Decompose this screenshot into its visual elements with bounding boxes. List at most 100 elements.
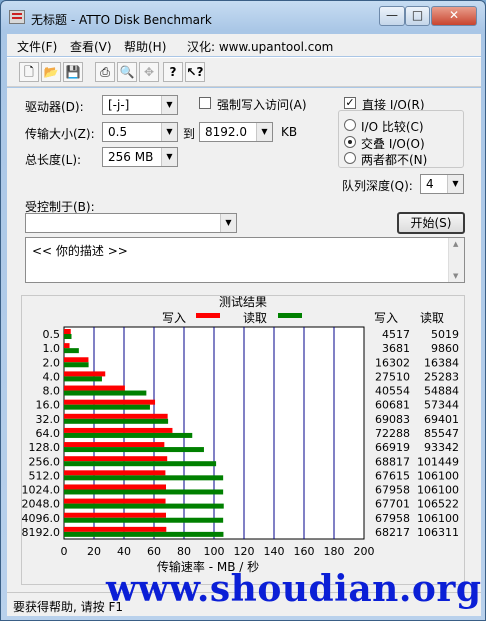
y-tick-label: 2.0	[43, 356, 61, 369]
io-overlap-label: 交叠 I/O(O)	[361, 137, 425, 151]
new-icon[interactable]: 🗋	[19, 62, 39, 82]
io-compare-radio[interactable]	[344, 119, 356, 131]
help-icon[interactable]: ?	[163, 62, 183, 82]
write-value: 16302	[375, 356, 410, 369]
write-bar	[64, 413, 168, 419]
chevron-down-icon: ▼	[220, 214, 236, 232]
chevron-down-icon: ▼	[161, 123, 177, 141]
y-tick-label: 32.0	[36, 413, 61, 426]
transfer-from-value: 0.5	[108, 125, 128, 139]
menu-bar: 文件(F) 查看(V) 帮助(H) 汉化: www.upantool.com	[7, 34, 481, 56]
write-bar	[64, 357, 89, 363]
drive-label: 驱动器(D):	[25, 100, 84, 114]
app-window: 无标题 - ATTO Disk Benchmark — □ ✕ 文件(F) 查看…	[0, 0, 486, 621]
menu-file[interactable]: 文件(F)	[17, 38, 57, 55]
y-tick-label: 16.0	[36, 399, 61, 412]
write-value: 68217	[375, 526, 410, 539]
benchmark-chart: 测试结果写入 读取 写入 读取 0 20 40 60 80 100 120 140 160 180 200 0…	[22, 294, 459, 574]
print-preview-icon[interactable]: 🔍	[117, 62, 137, 82]
y-tick-label: 4.0	[43, 370, 61, 383]
scroll-down-icon: ▼	[453, 272, 459, 280]
read-bar	[64, 348, 79, 354]
total-length-label: 总长度(L):	[25, 153, 82, 167]
read-value: 106522	[417, 498, 459, 511]
x-tick-label: 100	[204, 545, 225, 558]
maximize-button[interactable]: □	[405, 6, 430, 26]
y-tick-label: 8192.0	[22, 526, 60, 539]
read-bar	[64, 531, 224, 537]
move-icon[interactable]: ✥	[139, 62, 159, 82]
minimize-button[interactable]: —	[379, 6, 405, 26]
x-tick-label: 40	[117, 545, 131, 558]
write-bar	[64, 484, 166, 490]
x-tick-label: 200	[354, 545, 375, 558]
write-value: 67958	[375, 484, 410, 497]
read-bar	[64, 362, 89, 368]
x-tick-label: 120	[234, 545, 255, 558]
y-tick-label: 2048.0	[22, 498, 60, 511]
x-tick-label: 180	[324, 545, 345, 558]
io-overlap-radio[interactable]	[344, 136, 356, 148]
read-value: 106100	[417, 469, 459, 482]
read-bar	[64, 517, 224, 523]
chevron-down-icon: ▼	[256, 123, 272, 141]
read-value: 54884	[424, 385, 459, 398]
watermark-text: www.shoudian.org	[106, 568, 482, 610]
write-bar	[64, 442, 165, 448]
direct-io-checkbox[interactable]: ✓	[344, 97, 356, 109]
title-bar[interactable]: 无标题 - ATTO Disk Benchmark — □ ✕	[1, 1, 485, 33]
main-panel: 驱动器(D): [-j-] ▼ 强制写入访问(A) ✓ 直接 I/O(R) 传输大…	[7, 88, 481, 592]
write-value: 72288	[375, 427, 410, 440]
read-value: 93342	[424, 441, 459, 454]
legend-read-swatch	[278, 313, 302, 318]
queue-depth-label: 队列深度(Q):	[342, 179, 413, 193]
x-tick-label: 160	[294, 545, 315, 558]
drive-value: [-j-]	[108, 98, 130, 112]
read-bar	[64, 503, 224, 509]
context-help-icon[interactable]: ↖?	[185, 62, 205, 82]
read-bar	[64, 418, 169, 424]
io-neither-label: 两者都不(N)	[361, 153, 428, 167]
save-icon[interactable]: 💾	[63, 62, 83, 82]
chevron-down-icon: ▼	[447, 175, 463, 193]
total-length-select[interactable]: 256 MB ▼	[102, 147, 178, 167]
window-title: 无标题 - ATTO Disk Benchmark	[31, 13, 212, 27]
y-tick-label: 128.0	[29, 441, 61, 454]
read-value: 57344	[424, 399, 459, 412]
legend-write-swatch	[196, 313, 220, 318]
menu-localization[interactable]: 汉化: www.upantool.com	[187, 38, 333, 55]
x-tick-label: 140	[264, 545, 285, 558]
read-bar	[64, 447, 204, 453]
menu-view[interactable]: 查看(V)	[70, 38, 112, 55]
y-tick-label: 0.5	[43, 328, 61, 341]
write-value: 27510	[375, 370, 410, 383]
read-bar	[64, 461, 217, 467]
chevron-down-icon: ▼	[161, 96, 177, 114]
x-tick-label: 20	[87, 545, 101, 558]
force-write-checkbox[interactable]	[199, 97, 211, 109]
queue-depth-select[interactable]: 4 ▼	[420, 174, 464, 194]
print-icon[interactable]: ⎙	[95, 62, 115, 82]
write-value: 69083	[375, 413, 410, 426]
write-bar	[64, 343, 70, 349]
read-bar	[64, 390, 147, 396]
menu-help[interactable]: 帮助(H)	[124, 38, 166, 55]
io-neither-radio[interactable]	[344, 152, 356, 164]
results-panel: 测试结果 写入 读取 写入 读取 0 20 40 60 80 100 120 140 160 180 200 0…	[21, 294, 465, 585]
write-bar	[64, 385, 125, 391]
y-tick-label: 1024.0	[22, 484, 60, 497]
drive-select[interactable]: [-j-] ▼	[102, 95, 178, 115]
close-button[interactable]: ✕	[431, 6, 477, 26]
scroll-up-icon: ▲	[453, 240, 459, 248]
start-button[interactable]: 开始(S)	[397, 212, 465, 234]
description-scrollbar[interactable]: ▲ ▼	[448, 238, 464, 282]
chevron-down-icon: ▼	[161, 148, 177, 166]
io-compare-label: I/O 比较(C)	[361, 120, 424, 134]
controlled-by-select[interactable]: ▼	[25, 213, 237, 233]
legend-write-label: 写入	[162, 311, 186, 325]
y-tick-label: 64.0	[36, 427, 61, 440]
open-icon[interactable]: 📂	[41, 62, 61, 82]
transfer-to-select[interactable]: 8192.0 ▼	[199, 122, 273, 142]
description-textarea[interactable]: << 你的描述 >> ▲ ▼	[25, 237, 465, 283]
transfer-from-select[interactable]: 0.5 ▼	[102, 122, 178, 142]
